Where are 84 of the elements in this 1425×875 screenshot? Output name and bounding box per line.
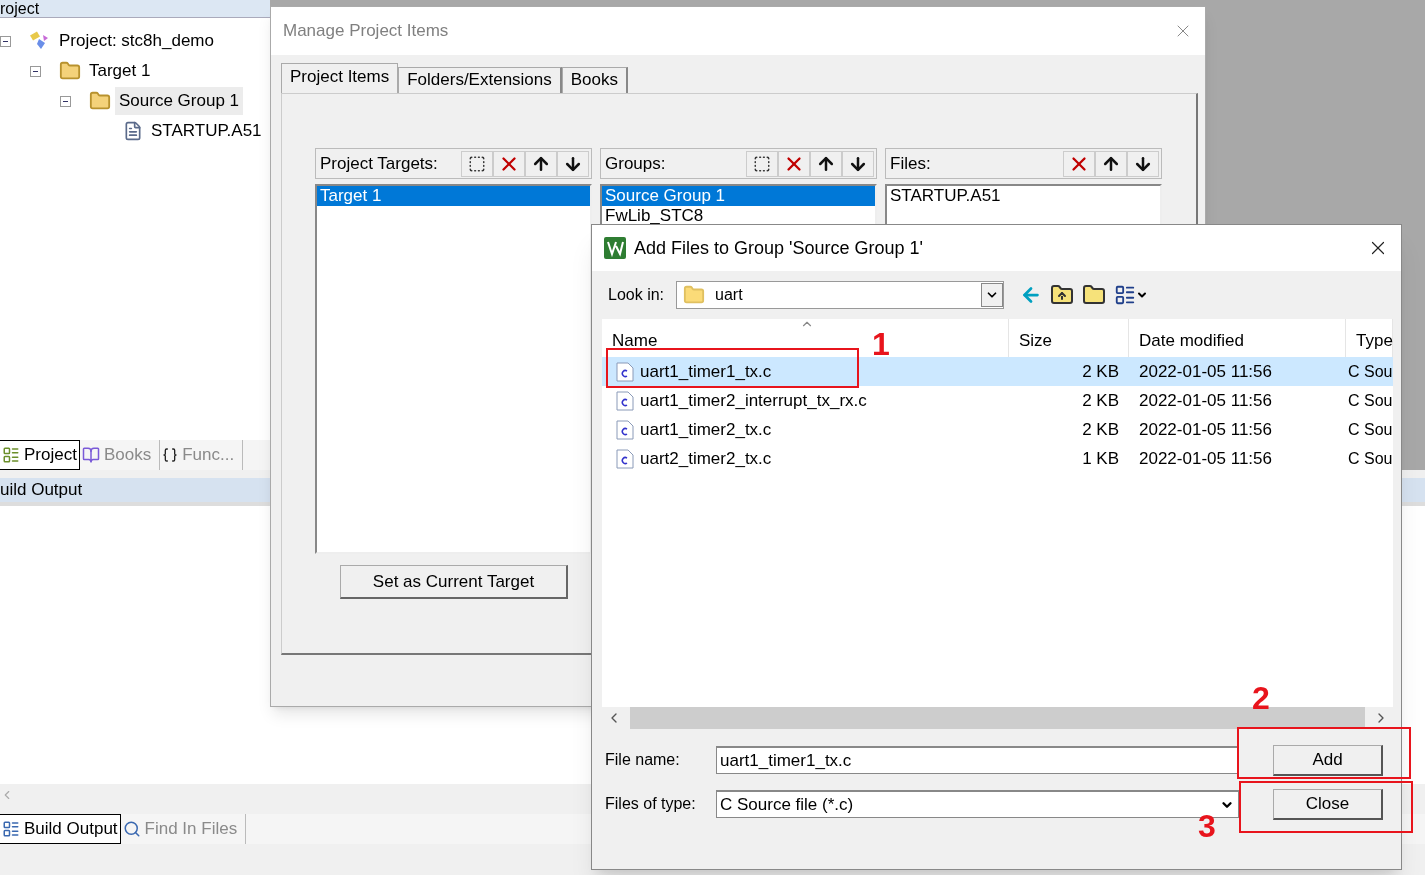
find-icon	[122, 820, 141, 838]
file-name: uart2_timer2_tx.c	[640, 447, 772, 470]
new-item-button[interactable]	[746, 150, 778, 177]
file-row[interactable]: uart1_timer2_tx.c 2 KB 2022-01-05 11:56 C Sou	[602, 415, 1393, 444]
file-type: C Sou	[1347, 361, 1393, 382]
file-name-field[interactable]: uart1_timer1_tx.c	[716, 746, 1239, 774]
file-row[interactable]: uart2_timer2_tx.c 1 KB 2022-01-05 11:56 C Sou	[602, 444, 1393, 473]
collapse-toggle[interactable]	[0, 35, 11, 47]
list-item[interactable]: Target 1	[317, 186, 590, 206]
file-type: C Sou	[1347, 419, 1393, 440]
file-row[interactable]: uart1_timer1_tx.c 2 KB 2022-01-05 11:56 C Sou	[602, 357, 1393, 386]
c-file-icon	[616, 419, 634, 440]
panel-tab[interactable]: Project	[0, 440, 80, 470]
folder-up-icon[interactable]	[1050, 283, 1074, 307]
dialog-title: Manage Project Items	[283, 20, 450, 43]
close-button[interactable]: Close	[1273, 788, 1383, 820]
folder-icon	[683, 284, 705, 306]
list-item[interactable]: FwLib_STC8	[602, 206, 875, 226]
file-name: uart1_timer2_tx.c	[640, 418, 772, 441]
output-title: uild Output	[0, 479, 83, 502]
list-label: Project Targets:	[320, 152, 439, 175]
file-size: 2 KB	[1081, 389, 1120, 412]
file-size: 2 KB	[1081, 418, 1120, 441]
look-in-dropdown[interactable]: uart	[676, 281, 1004, 309]
file-type: C Sou	[1347, 448, 1393, 469]
c-file-icon	[616, 448, 634, 469]
dialog-title: Add Files to Group 'Source Group 1'	[634, 236, 925, 260]
annotation-number: 1	[872, 328, 890, 360]
dialog-tab[interactable]: Folders/Extensions	[398, 67, 562, 93]
project-window-icon	[2, 446, 20, 464]
field-label: Files of type:	[605, 794, 697, 814]
file-size: 1 KB	[1081, 447, 1120, 470]
add-button[interactable]: Add	[1273, 744, 1383, 776]
back-arrow-icon[interactable]	[1020, 284, 1042, 306]
collapse-toggle[interactable]	[60, 95, 71, 107]
list-item[interactable]: STARTUP.A51	[887, 186, 1160, 206]
file-date: 2022-01-05 11:56	[1138, 389, 1273, 412]
panel-tab[interactable]: Build Output	[0, 814, 121, 844]
tree-item[interactable]: Target 1	[85, 57, 155, 85]
tree-item[interactable]: STARTUP.A51	[147, 117, 266, 145]
file-type: C Sou	[1347, 390, 1393, 411]
collapse-toggle[interactable]	[30, 65, 41, 77]
panel-title: roject	[0, 0, 40, 17]
move-down-button[interactable]	[557, 150, 589, 177]
set-current-target-button[interactable]: Set as Current Target	[340, 565, 568, 599]
file-date: 2022-01-05 11:56	[1138, 447, 1273, 470]
annotation-number: 2	[1252, 682, 1270, 714]
braces-icon	[162, 447, 179, 463]
file-name: uart1_timer2_interrupt_tx_rx.c	[640, 389, 867, 412]
new-item-button[interactable]	[461, 150, 493, 177]
delete-button[interactable]	[493, 150, 525, 177]
folder-icon	[89, 90, 111, 112]
dashed-square-icon	[753, 154, 771, 173]
file-date: 2022-01-05 11:56	[1138, 360, 1273, 383]
list-view-icon	[1114, 284, 1136, 306]
file-row[interactable]: uart1_timer2_interrupt_tx_rx.c 2 KB 2022-01-05 11:56 C Sou	[602, 386, 1393, 415]
dashed-square-icon	[468, 154, 486, 173]
list-item[interactable]: Source Group 1	[602, 186, 875, 206]
output-window-icon	[2, 820, 20, 838]
list-label: Groups:	[605, 152, 667, 175]
app-logo-icon	[604, 237, 626, 259]
book-icon	[81, 446, 100, 464]
view-menu-button[interactable]	[1114, 284, 1148, 306]
file-icon	[123, 121, 143, 141]
folder-icon	[59, 60, 81, 82]
delete-button[interactable]	[1063, 150, 1095, 177]
field-label: File name:	[605, 750, 681, 770]
dialog-tab[interactable]: Books	[561, 67, 629, 93]
tree-item[interactable]: Source Group 1	[115, 87, 243, 115]
dialog-tab[interactable]: Project Items	[281, 63, 399, 93]
field-label: Look in:	[608, 285, 666, 305]
tree-item[interactable]: Project: stc8h_demo	[55, 27, 218, 55]
move-up-button[interactable]	[525, 150, 557, 177]
move-down-button[interactable]	[1127, 150, 1159, 177]
c-file-icon	[616, 390, 634, 411]
delete-button[interactable]	[778, 150, 810, 177]
move-down-button[interactable]	[842, 150, 874, 177]
move-up-button[interactable]	[1095, 150, 1127, 177]
list-label: Files:	[890, 152, 932, 175]
c-file-icon	[616, 361, 634, 382]
file-date: 2022-01-05 11:56	[1138, 418, 1273, 441]
file-size: 2 KB	[1081, 360, 1120, 383]
file-name: uart1_timer1_tx.c	[640, 360, 772, 383]
move-up-button[interactable]	[810, 150, 842, 177]
